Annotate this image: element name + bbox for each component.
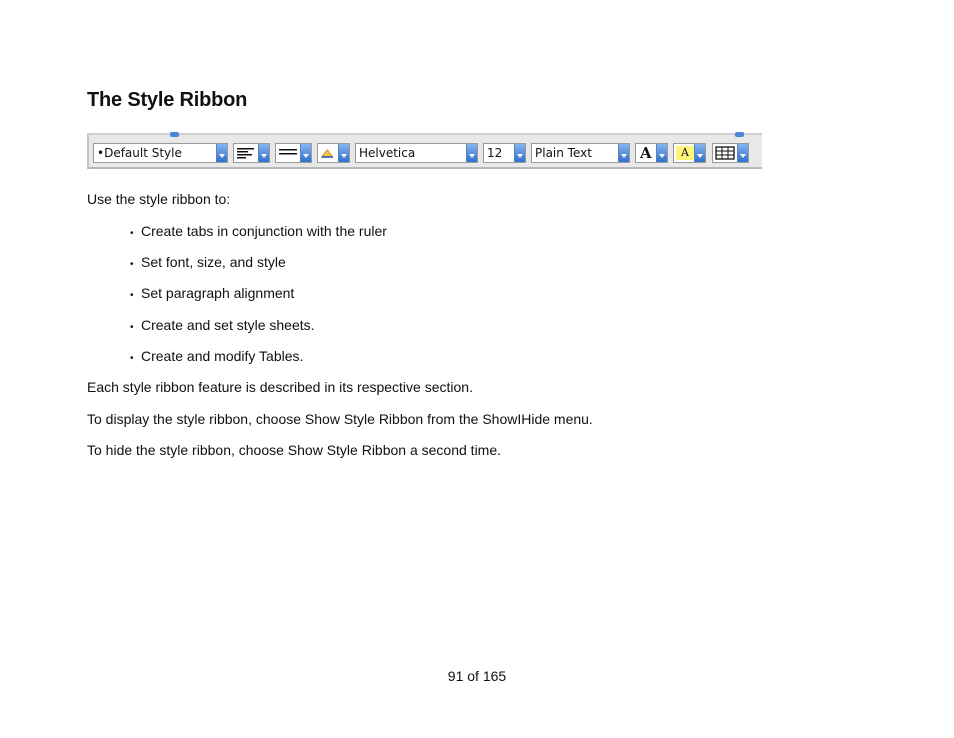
bullet-item: • Create and set style sheets. [130,317,315,333]
alignment-popup[interactable] [233,143,270,163]
table-icon [715,146,735,160]
line-spacing-icon [279,149,297,155]
chevron-down-icon [338,144,349,162]
bullet-text: Set paragraph alignment [141,285,295,301]
style-sheet-value: •Default Style [97,146,182,160]
bullet-dot: • [130,259,134,270]
ribbon-left-edge [87,135,89,169]
chevron-down-icon [514,144,525,162]
font-color-A-icon: A [640,144,652,162]
chevron-down-icon [694,144,705,162]
chevron-down-icon [466,144,477,162]
bullet-dot: • [130,353,134,364]
hide-paragraph: To hide the style ribbon, choose Show St… [87,442,502,458]
bullet-text: Create tabs in conjunction with the rule… [141,223,387,239]
chevron-down-icon [656,144,667,162]
font-size-value: 12 [487,146,503,160]
line-spacing-popup[interactable] [275,143,312,163]
page-title: The Style Ribbon [87,89,248,111]
align-left-icon [237,148,254,159]
page-number: 91 of 165 [447,668,507,684]
text-color-popup[interactable] [317,143,350,163]
display-paragraph: To display the style ribbon, choose Show… [87,411,593,427]
bullet-item: • Create and modify Tables. [130,348,303,364]
bullet-text: Set font, size, and style [141,254,286,270]
text-style-value: Plain Text [535,146,592,160]
chevron-down-icon [300,144,311,162]
chevron-down-icon [216,144,227,162]
table-popup[interactable] [712,143,749,163]
intro-text: Use the style ribbon to: [87,191,231,207]
chevron-down-icon [737,144,748,162]
tab-stop-marker-right[interactable] [735,132,744,137]
bullet-dot: • [130,228,134,239]
highlight-A-glyph: A [681,146,689,159]
bullet-item: • Set paragraph alignment [130,285,294,301]
highlight-popup[interactable]: A [673,143,706,163]
bullet-text: Create and modify Tables. [141,348,304,364]
chevron-down-icon [618,144,629,162]
font-popup[interactable]: Helvetica [355,143,478,163]
style-ribbon: •Default Style Helvetica 12 Plain Text A… [87,132,762,169]
bullet-item: • Set font, size, and style [130,254,286,270]
text-style-popup[interactable]: Plain Text [531,143,630,163]
font-value: Helvetica [359,146,416,160]
chevron-down-icon [258,144,269,162]
font-size-popup[interactable]: 12 [483,143,526,163]
bullet-item: • Create tabs in conjunction with the rul… [130,223,387,239]
style-sheet-popup[interactable]: •Default Style [93,143,228,163]
bullet-text: Create and set style sheets. [141,317,315,333]
tab-stop-marker[interactable] [170,132,179,137]
font-color-popup[interactable]: A [635,143,668,163]
feature-paragraph: Each style ribbon feature is described i… [87,379,473,395]
bullet-dot: • [130,290,134,301]
text-color-icon [320,149,334,158]
bullet-dot: • [130,322,134,333]
